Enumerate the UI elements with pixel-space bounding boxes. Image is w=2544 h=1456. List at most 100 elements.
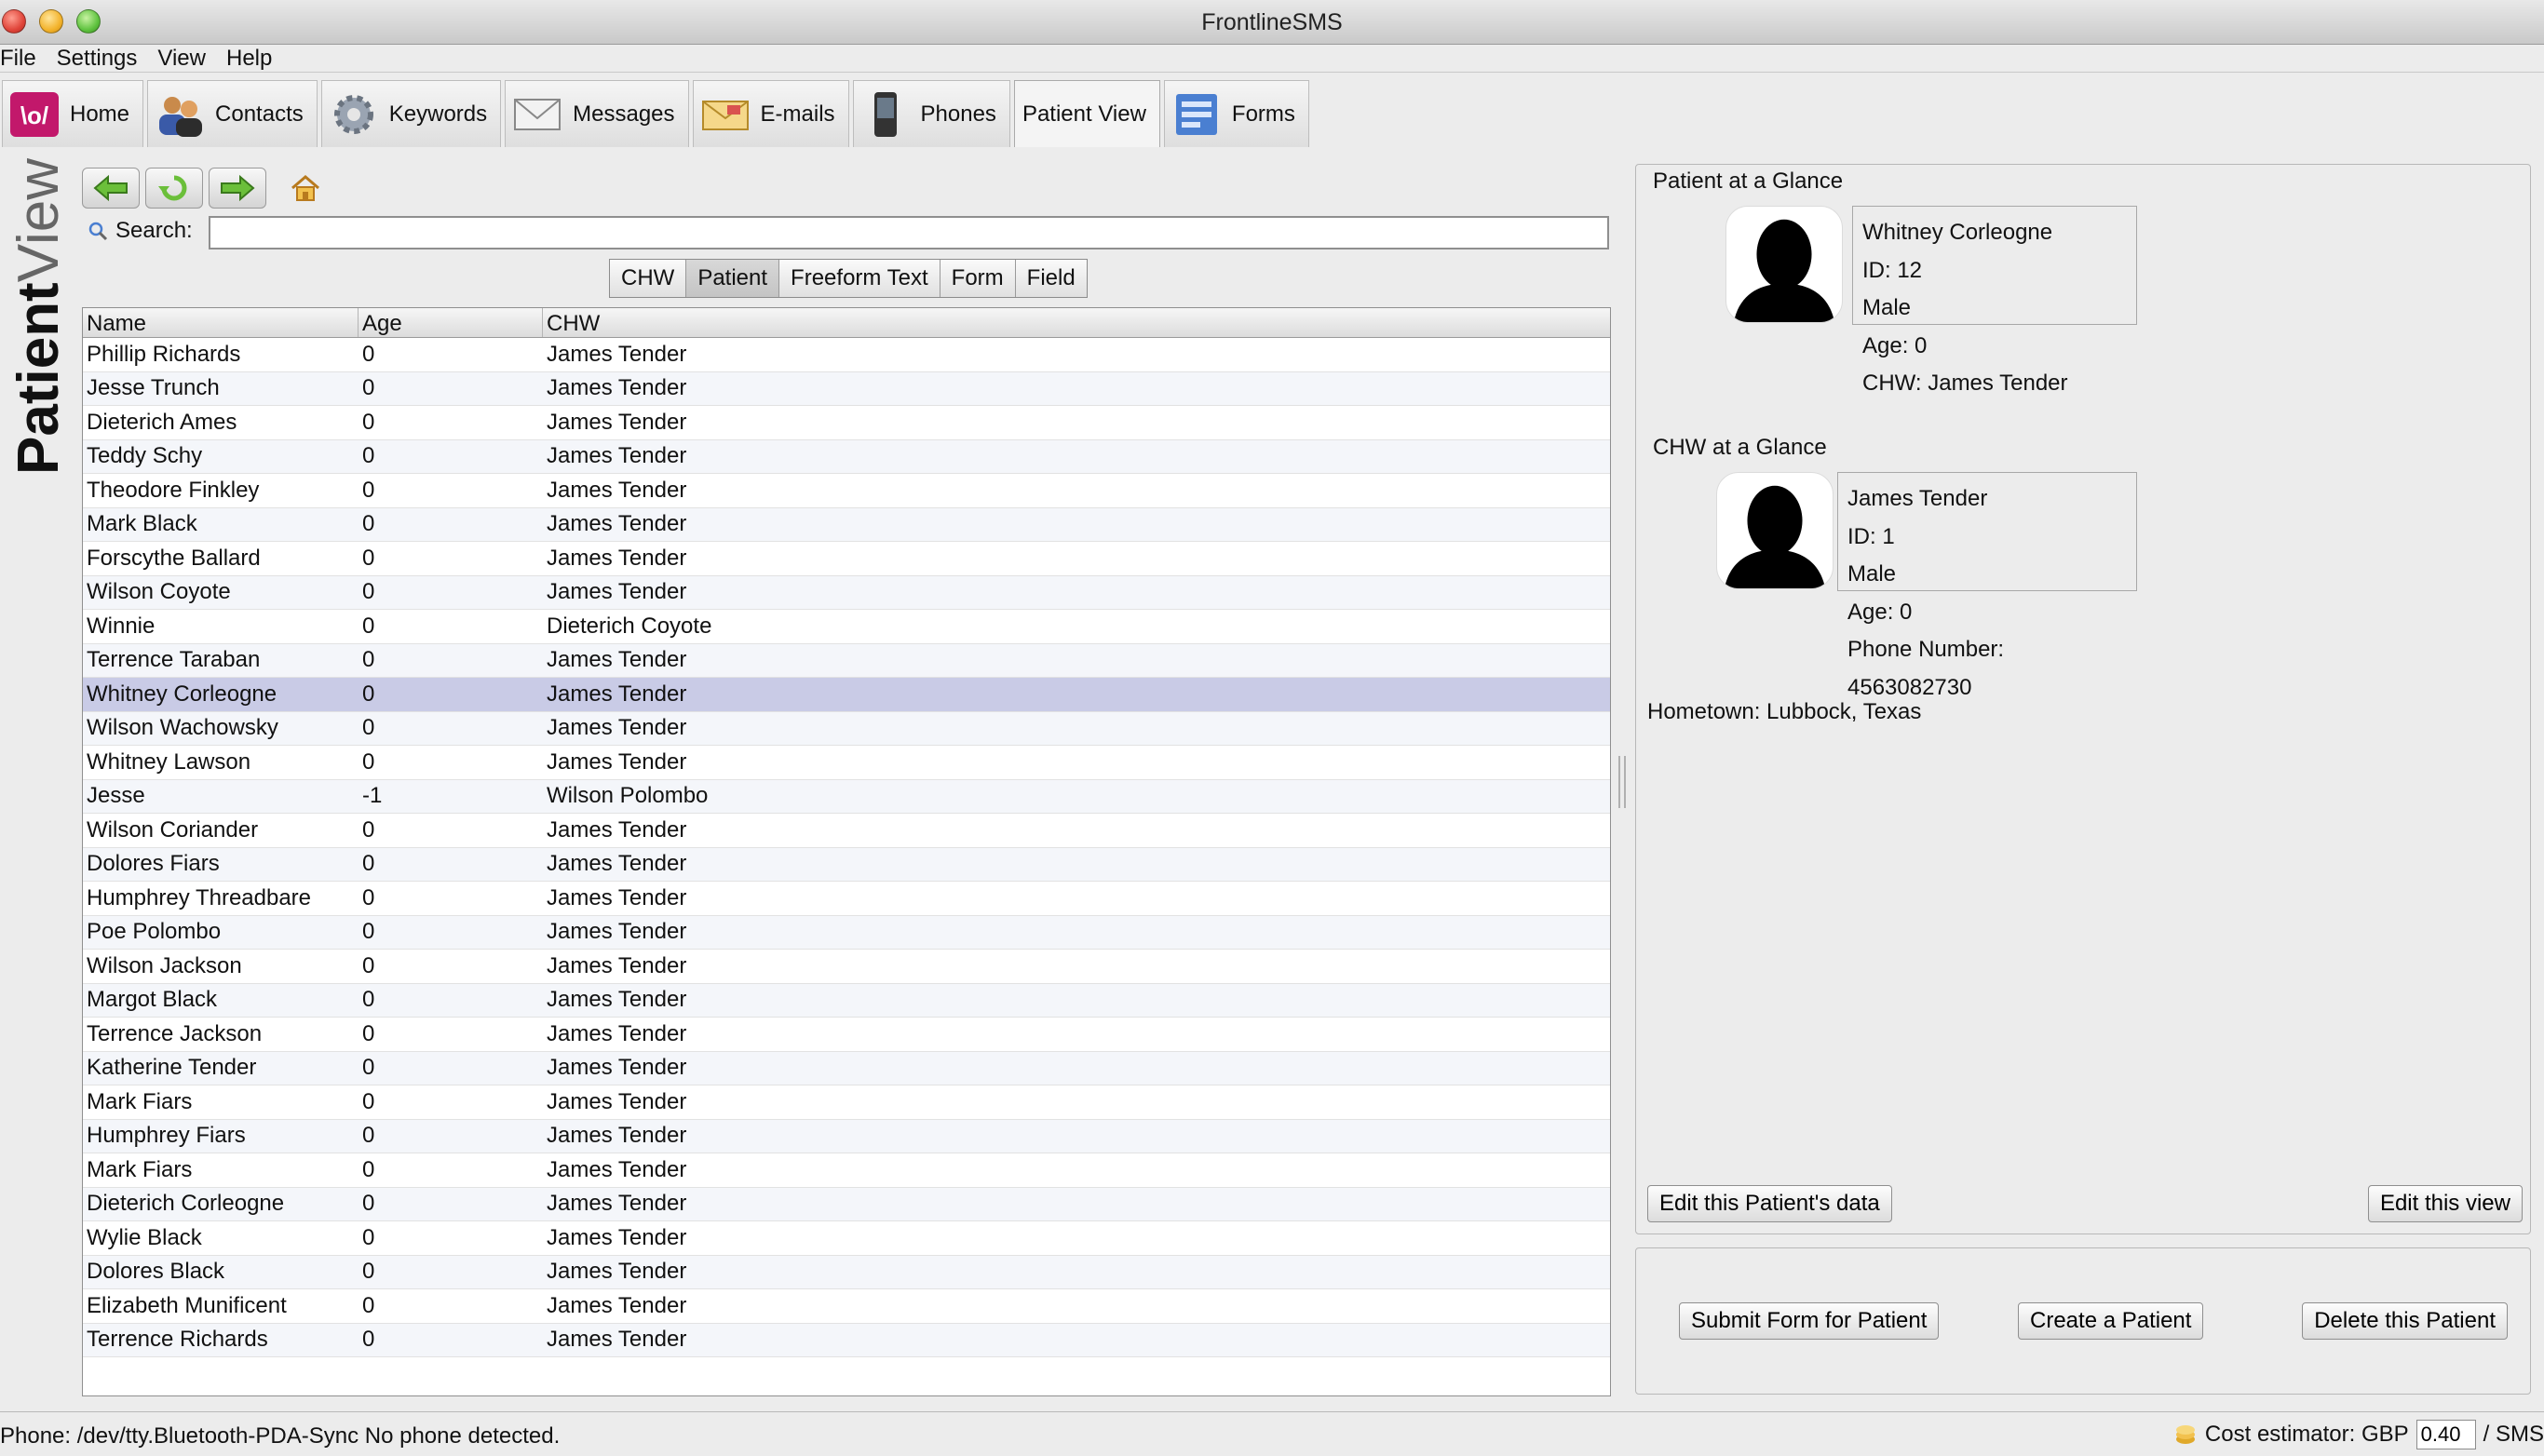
table-row[interactable]: Whitney Corleogne 0 James Tender — [83, 678, 1610, 712]
coins-icon — [2175, 1425, 2195, 1444]
cell-age: 0 — [362, 477, 375, 503]
cost-per-sms-input[interactable] — [2415, 1420, 2476, 1449]
tab-emails[interactable]: E-mails — [692, 80, 849, 147]
cell-age: 0 — [362, 1259, 375, 1285]
cell-name: Terrence Taraban — [87, 647, 261, 673]
search-label-group: Search: — [88, 218, 193, 244]
cell-age: 0 — [362, 409, 375, 435]
cell-chw: James Tender — [547, 375, 687, 401]
create-patient-button[interactable]: Create a Patient — [2018, 1302, 2204, 1340]
submit-form-for-patient-button[interactable]: Submit Form for Patient — [1679, 1302, 1940, 1340]
filter-form-button[interactable]: Form — [940, 260, 1016, 297]
table-row[interactable]: Margot Black 0 James Tender — [83, 983, 1610, 1018]
delete-patient-button[interactable]: Delete this Patient — [2302, 1302, 2508, 1340]
table-row[interactable]: Whitney Lawson 0 James Tender — [83, 746, 1610, 780]
table-row[interactable]: Dieterich Ames 0 James Tender — [83, 406, 1610, 440]
cell-age: 0 — [362, 579, 375, 605]
edit-view-button[interactable]: Edit this view — [2367, 1185, 2523, 1222]
tab-messages[interactable]: Messages — [505, 80, 689, 147]
filter-patient-button[interactable]: Patient — [686, 260, 780, 297]
filter-field-button[interactable]: Field — [1015, 260, 1087, 297]
table-row[interactable]: Terrence Taraban 0 James Tender — [83, 643, 1610, 678]
table-row[interactable]: Phillip Richards 0 James Tender — [83, 338, 1610, 372]
tab-home[interactable]: \o/ Home — [2, 80, 144, 147]
table-row[interactable]: Jesse Trunch 0 James Tender — [83, 371, 1610, 406]
chw-name: James Tender — [1847, 486, 1988, 511]
cell-name: Phillip Richards — [87, 341, 241, 367]
patient-table: Name Age CHW Phillip Richards 0 James Tend… — [82, 307, 1611, 1396]
back-button[interactable] — [82, 168, 140, 209]
cell-age: 0 — [362, 1088, 375, 1114]
table-row[interactable]: Jesse -1 Wilson Polombo — [83, 779, 1610, 814]
tab-keywords-label: Keywords — [388, 101, 488, 127]
cell-name: Terrence Richards — [87, 1327, 268, 1353]
filter-freeform-text-button[interactable]: Freeform Text — [779, 260, 940, 297]
cell-age: -1 — [362, 783, 383, 809]
tab-phones[interactable]: Phones — [852, 80, 1010, 147]
phone-icon — [859, 88, 912, 141]
table-row[interactable]: Poe Polombo 0 James Tender — [83, 915, 1610, 950]
cell-name: Wilson Wachowsky — [87, 715, 278, 741]
table-row[interactable]: Theodore Finkley 0 James Tender — [83, 474, 1610, 508]
table-row[interactable]: Terrence Jackson 0 James Tender — [83, 1018, 1610, 1052]
title-bar: FrontlineSMS — [0, 0, 2544, 45]
table-row[interactable]: Winnie 0 Dieterich Coyote — [83, 610, 1610, 644]
cell-name: Dolores Black — [87, 1259, 225, 1285]
envelope-icon — [511, 88, 563, 141]
search-input[interactable] — [209, 216, 1609, 249]
table-row[interactable]: Humphrey Fiars 0 James Tender — [83, 1119, 1610, 1153]
table-row[interactable]: Forscythe Ballard 0 James Tender — [83, 542, 1610, 576]
split-pane-divider[interactable] — [1618, 756, 1626, 808]
cell-chw: James Tender — [547, 1224, 687, 1250]
cell-name: Jesse — [87, 783, 145, 809]
cell-age: 0 — [362, 1123, 375, 1149]
home-button[interactable] — [289, 173, 322, 203]
table-row[interactable]: Mark Fiars 0 James Tender — [83, 1153, 1610, 1188]
menu-view[interactable]: View — [157, 46, 206, 72]
table-row[interactable]: Katherine Tender 0 James Tender — [83, 1051, 1610, 1085]
cell-chw: James Tender — [547, 748, 687, 775]
cell-name: Whitney Corleogne — [87, 681, 277, 707]
table-row[interactable]: Terrence Richards 0 James Tender — [83, 1323, 1610, 1357]
cell-age: 0 — [362, 987, 375, 1013]
tab-contacts[interactable]: Contacts — [147, 80, 318, 147]
menu-settings[interactable]: Settings — [57, 46, 138, 72]
table-row[interactable]: Wylie Black 0 James Tender — [83, 1221, 1610, 1256]
table-row[interactable]: Wilson Wachowsky 0 James Tender — [83, 711, 1610, 746]
refresh-button[interactable] — [145, 168, 203, 209]
tab-patient-view[interactable]: Patient View — [1013, 80, 1160, 147]
column-header-age[interactable]: Age — [359, 308, 543, 337]
table-header: Name Age CHW — [83, 308, 1610, 338]
table-row[interactable]: Wilson Jackson 0 James Tender — [83, 950, 1610, 984]
patient-avatar — [1725, 206, 1843, 323]
cell-age: 0 — [362, 1224, 375, 1250]
status-bar: Phone: /dev/tty.Bluetooth-PDA-Sync No ph… — [0, 1411, 2544, 1456]
table-row[interactable]: Humphrey Threadbare 0 James Tender — [83, 882, 1610, 916]
table-row[interactable]: Wilson Coriander 0 James Tender — [83, 814, 1610, 848]
edit-patient-data-button[interactable]: Edit this Patient's data — [1647, 1185, 1892, 1222]
table-row[interactable]: Wilson Coyote 0 James Tender — [83, 575, 1610, 610]
cell-age: 0 — [362, 1156, 375, 1182]
table-row[interactable]: Elizabeth Munificent 0 James Tender — [83, 1289, 1610, 1324]
cell-name: Winnie — [87, 613, 156, 639]
tab-forms[interactable]: Forms — [1163, 80, 1309, 147]
forward-button[interactable] — [209, 168, 266, 209]
cost-suffix: / SMS — [2483, 1422, 2544, 1447]
cell-age: 0 — [362, 681, 375, 707]
menu-help[interactable]: Help — [226, 46, 272, 72]
table-row[interactable]: Teddy Schy 0 James Tender — [83, 439, 1610, 474]
table-body: Phillip Richards 0 James Tender Jesse Trunc… — [83, 338, 1610, 1357]
table-row[interactable]: Dolores Black 0 James Tender — [83, 1255, 1610, 1289]
table-row[interactable]: Dieterich Corleogne 0 James Tender — [83, 1187, 1610, 1221]
cell-name: Wilson Jackson — [87, 952, 242, 978]
menu-file[interactable]: File — [0, 46, 36, 72]
column-header-name[interactable]: Name — [83, 308, 359, 337]
table-row[interactable]: Mark Black 0 James Tender — [83, 507, 1610, 542]
svg-text:\o/: \o/ — [20, 101, 48, 129]
column-header-chw[interactable]: CHW — [543, 308, 1610, 337]
tab-keywords[interactable]: Keywords — [320, 80, 502, 147]
cell-age: 0 — [362, 816, 375, 843]
table-row[interactable]: Dolores Fiars 0 James Tender — [83, 847, 1610, 882]
table-row[interactable]: Mark Fiars 0 James Tender — [83, 1085, 1610, 1120]
filter-chw-button[interactable]: CHW — [610, 260, 687, 297]
